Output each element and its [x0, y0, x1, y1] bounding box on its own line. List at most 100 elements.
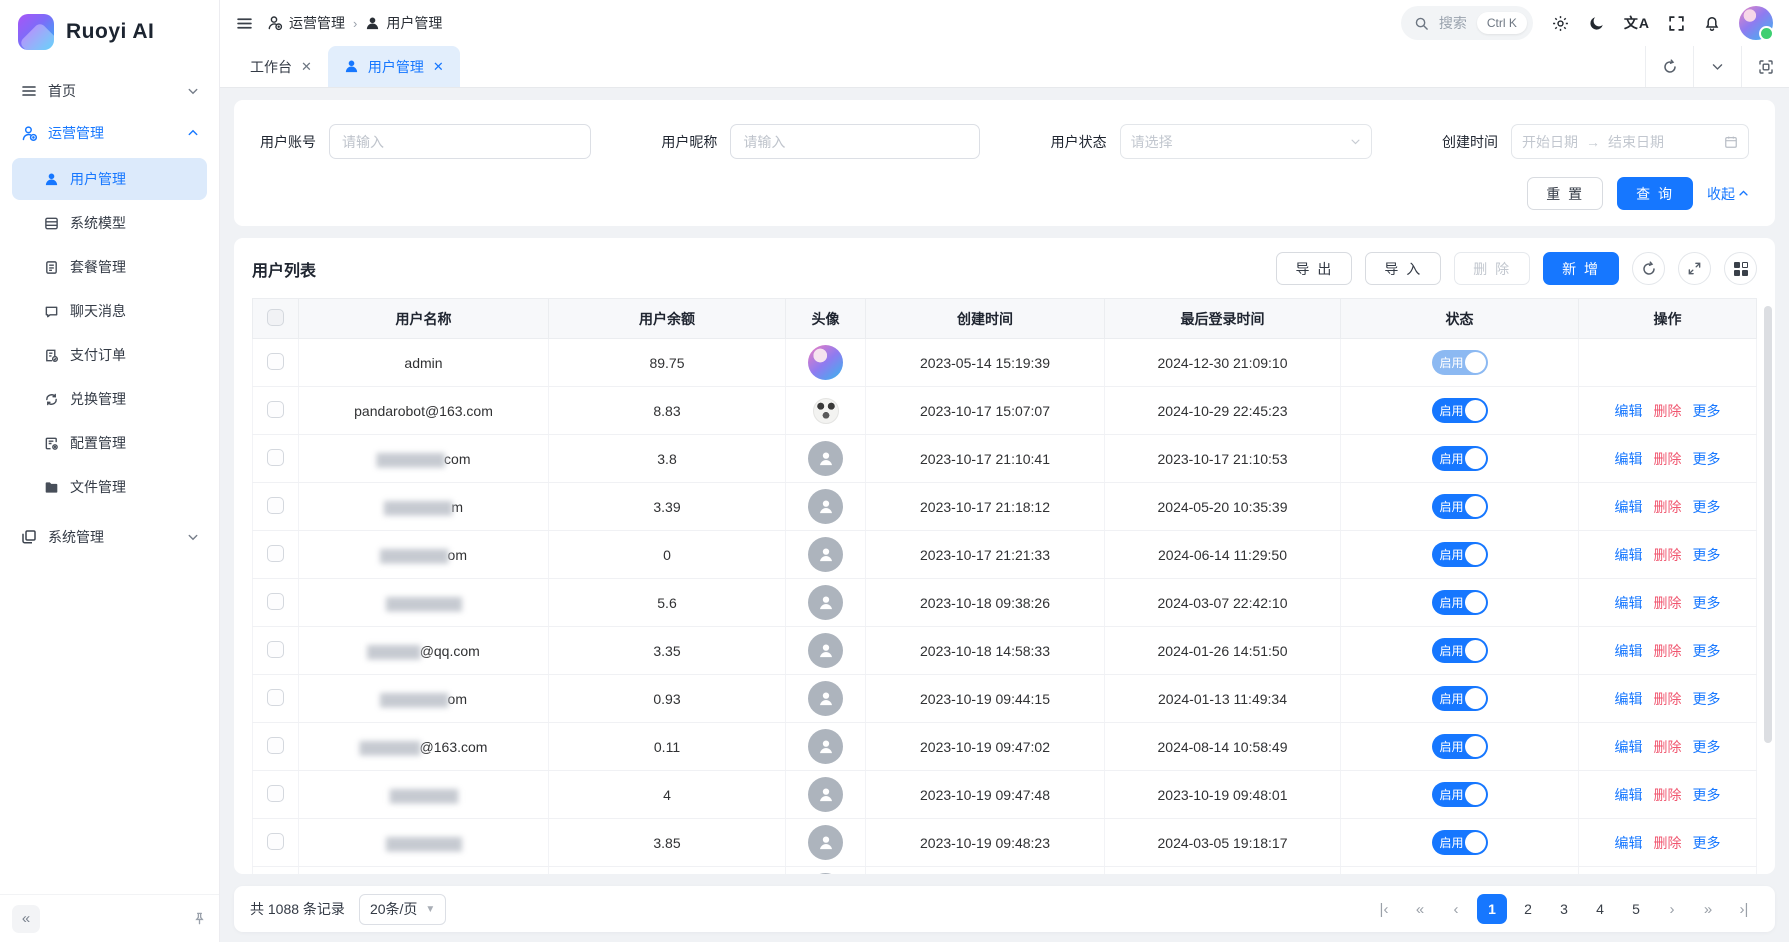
more-link[interactable]: 更多 [1693, 833, 1721, 853]
sidebar-item-config-management[interactable]: 配置管理 [12, 422, 207, 464]
status-toggle[interactable]: 启用 [1432, 686, 1488, 711]
prev-page-button[interactable]: ‹ [1441, 894, 1471, 924]
row-checkbox[interactable] [267, 689, 284, 706]
more-link[interactable]: 更多 [1693, 545, 1721, 565]
sidebar-item-redeem-management[interactable]: 兑换管理 [12, 378, 207, 420]
row-checkbox[interactable] [267, 497, 284, 514]
language-icon[interactable]: 文A [1624, 13, 1650, 33]
status-toggle[interactable]: 启用 [1432, 398, 1488, 423]
status-toggle[interactable]: 启用 [1432, 350, 1488, 375]
edit-link[interactable]: 编辑 [1615, 545, 1643, 565]
search-button[interactable]: 查 询 [1617, 177, 1693, 210]
vertical-scrollbar[interactable] [1764, 306, 1772, 866]
global-search[interactable]: 搜索 Ctrl K [1401, 6, 1533, 40]
jump-forward-button[interactable]: » [1693, 894, 1723, 924]
page-button-5[interactable]: 5 [1621, 894, 1651, 924]
nickname-input[interactable] [730, 124, 980, 159]
page-button-2[interactable]: 2 [1513, 894, 1543, 924]
user-avatar[interactable] [1739, 6, 1773, 40]
hamburger-icon[interactable] [236, 15, 253, 32]
pin-icon[interactable] [192, 911, 207, 926]
fullscreen-icon[interactable] [1668, 15, 1685, 32]
row-checkbox[interactable] [267, 593, 284, 610]
more-link[interactable]: 更多 [1693, 401, 1721, 421]
last-page-button[interactable]: ›| [1729, 894, 1759, 924]
delete-link[interactable]: 删除 [1654, 689, 1682, 709]
more-link[interactable]: 更多 [1693, 497, 1721, 517]
sidebar-collapse-button[interactable]: « [12, 905, 40, 933]
sidebar-item-package-management[interactable]: 套餐管理 [12, 246, 207, 288]
status-select[interactable]: 请选择 [1120, 124, 1372, 159]
delete-link[interactable]: 删除 [1654, 737, 1682, 757]
delete-link[interactable]: 删除 [1654, 593, 1682, 613]
edit-link[interactable]: 编辑 [1615, 449, 1643, 469]
sidebar-item-system-models[interactable]: 系统模型 [12, 202, 207, 244]
sidebar-item-chat-messages[interactable]: 聊天消息 [12, 290, 207, 332]
row-checkbox[interactable] [267, 785, 284, 802]
row-checkbox[interactable] [267, 545, 284, 562]
edit-link[interactable]: 编辑 [1615, 593, 1643, 613]
sidebar-group-system[interactable]: 系统管理 [10, 516, 209, 558]
page-button-1[interactable]: 1 [1477, 894, 1507, 924]
close-icon[interactable]: ✕ [433, 59, 444, 75]
status-toggle[interactable]: 启用 [1432, 638, 1488, 663]
collapse-filters-link[interactable]: 收起 [1707, 184, 1749, 204]
tab-user-management[interactable]: 用户管理 ✕ [328, 46, 460, 87]
edit-link[interactable]: 编辑 [1615, 497, 1643, 517]
sidebar-group-home[interactable]: 首页 [10, 70, 209, 112]
status-toggle[interactable]: 启用 [1432, 734, 1488, 759]
delete-link[interactable]: 删除 [1654, 785, 1682, 805]
first-page-button[interactable]: |‹ [1369, 894, 1399, 924]
focus-mode-icon[interactable] [1741, 46, 1789, 87]
delete-link[interactable]: 删除 [1654, 449, 1682, 469]
status-toggle[interactable]: 启用 [1432, 542, 1488, 567]
status-toggle[interactable]: 启用 [1432, 494, 1488, 519]
more-link[interactable]: 更多 [1693, 641, 1721, 661]
more-link[interactable]: 更多 [1693, 785, 1721, 805]
next-page-button[interactable]: › [1657, 894, 1687, 924]
row-checkbox[interactable] [267, 353, 284, 370]
more-link[interactable]: 更多 [1693, 593, 1721, 613]
delete-link[interactable]: 删除 [1654, 497, 1682, 517]
edit-link[interactable]: 编辑 [1615, 689, 1643, 709]
row-checkbox[interactable] [267, 833, 284, 850]
edit-link[interactable]: 编辑 [1615, 785, 1643, 805]
notifications-bell-icon[interactable] [1703, 14, 1721, 32]
delete-link[interactable]: 删除 [1654, 545, 1682, 565]
column-settings-icon[interactable] [1724, 252, 1757, 285]
chevron-down-icon[interactable] [1693, 46, 1741, 87]
status-toggle[interactable]: 启用 [1432, 830, 1488, 855]
status-toggle[interactable]: 启用 [1432, 446, 1488, 471]
delete-link[interactable]: 删除 [1654, 401, 1682, 421]
edit-link[interactable]: 编辑 [1615, 401, 1643, 421]
brand-logo-row[interactable]: Ruoyi AI [0, 0, 219, 64]
reset-button[interactable]: 重 置 [1527, 177, 1603, 210]
edit-link[interactable]: 编辑 [1615, 737, 1643, 757]
import-button[interactable]: 导 入 [1365, 252, 1441, 285]
export-button[interactable]: 导 出 [1276, 252, 1352, 285]
page-button-3[interactable]: 3 [1549, 894, 1579, 924]
edit-link[interactable]: 编辑 [1615, 833, 1643, 853]
sidebar-item-user-management[interactable]: 用户管理 [12, 158, 207, 200]
delete-link[interactable]: 删除 [1654, 641, 1682, 661]
edit-link[interactable]: 编辑 [1615, 641, 1643, 661]
account-input[interactable] [329, 124, 591, 159]
more-link[interactable]: 更多 [1693, 449, 1721, 469]
sidebar-item-payment-orders[interactable]: 支付订单 [12, 334, 207, 376]
breadcrumb-item-operations[interactable]: 运营管理 [267, 13, 345, 33]
tab-workspace[interactable]: 工作台 ✕ [234, 46, 328, 87]
close-icon[interactable]: ✕ [301, 59, 312, 75]
refresh-icon[interactable] [1645, 46, 1693, 87]
status-toggle[interactable]: 启用 [1432, 590, 1488, 615]
row-checkbox[interactable] [267, 737, 284, 754]
page-size-select[interactable]: 20条/页 ▼ [359, 894, 446, 925]
row-checkbox[interactable] [267, 401, 284, 418]
status-toggle[interactable]: 启用 [1432, 782, 1488, 807]
more-link[interactable]: 更多 [1693, 737, 1721, 757]
sidebar-item-file-management[interactable]: 文件管理 [12, 466, 207, 508]
page-button-4[interactable]: 4 [1585, 894, 1615, 924]
dark-mode-moon-icon[interactable] [1588, 14, 1606, 32]
delete-link[interactable]: 删除 [1654, 833, 1682, 853]
sidebar-group-operations[interactable]: 运营管理 [10, 112, 209, 154]
date-range-picker[interactable]: 开始日期 → 结束日期 [1511, 124, 1749, 159]
